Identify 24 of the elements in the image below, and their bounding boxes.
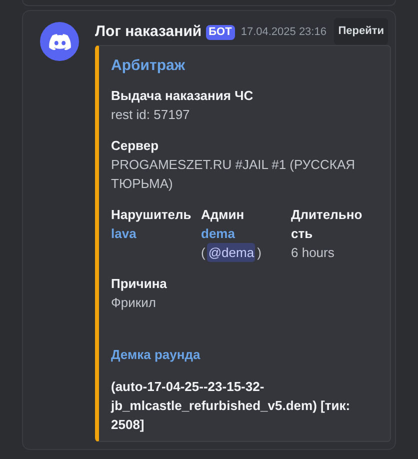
user-mention[interactable]: @dema: [207, 243, 256, 262]
bot-tag: БОТ: [206, 24, 235, 40]
field-name: Выдача наказания ЧС: [111, 87, 254, 105]
field-name: Причина: [111, 275, 168, 293]
jump-button[interactable]: Перейти: [334, 18, 388, 44]
user-link[interactable]: dema: [201, 224, 285, 243]
author-name[interactable]: Лог наказаний: [95, 20, 202, 44]
field-value: Фрикил: [111, 294, 157, 312]
embed-title: Арбитраж: [111, 56, 186, 76]
timestamp: 17.04.2025 23:16: [240, 24, 326, 40]
game-controller-icon: [48, 34, 70, 50]
field-value: PROGAMESZET.RU #JAIL #1 (РУССКАЯ ТЮРЬМА): [111, 156, 356, 193]
field-name: Длительность: [291, 206, 363, 243]
field-name: Админ: [201, 206, 246, 224]
parenthesis: ): [257, 244, 262, 262]
field-value: rest id: 57197: [111, 106, 191, 124]
bot-avatar[interactable]: [40, 22, 79, 61]
embed-description: (auto-17-04-25--23-15-32-jb_mlcastle_refurbished_v5.dem) [тик: 2508]: [111, 378, 352, 434]
field-value: 6 hours: [291, 244, 336, 262]
field-name: Нарушитель: [111, 206, 192, 224]
user-link[interactable]: lava: [111, 224, 195, 243]
parenthesis: (: [201, 244, 206, 262]
field-name: Сервер: [111, 137, 160, 155]
demo-link[interactable]: Демка раунда: [111, 345, 380, 364]
